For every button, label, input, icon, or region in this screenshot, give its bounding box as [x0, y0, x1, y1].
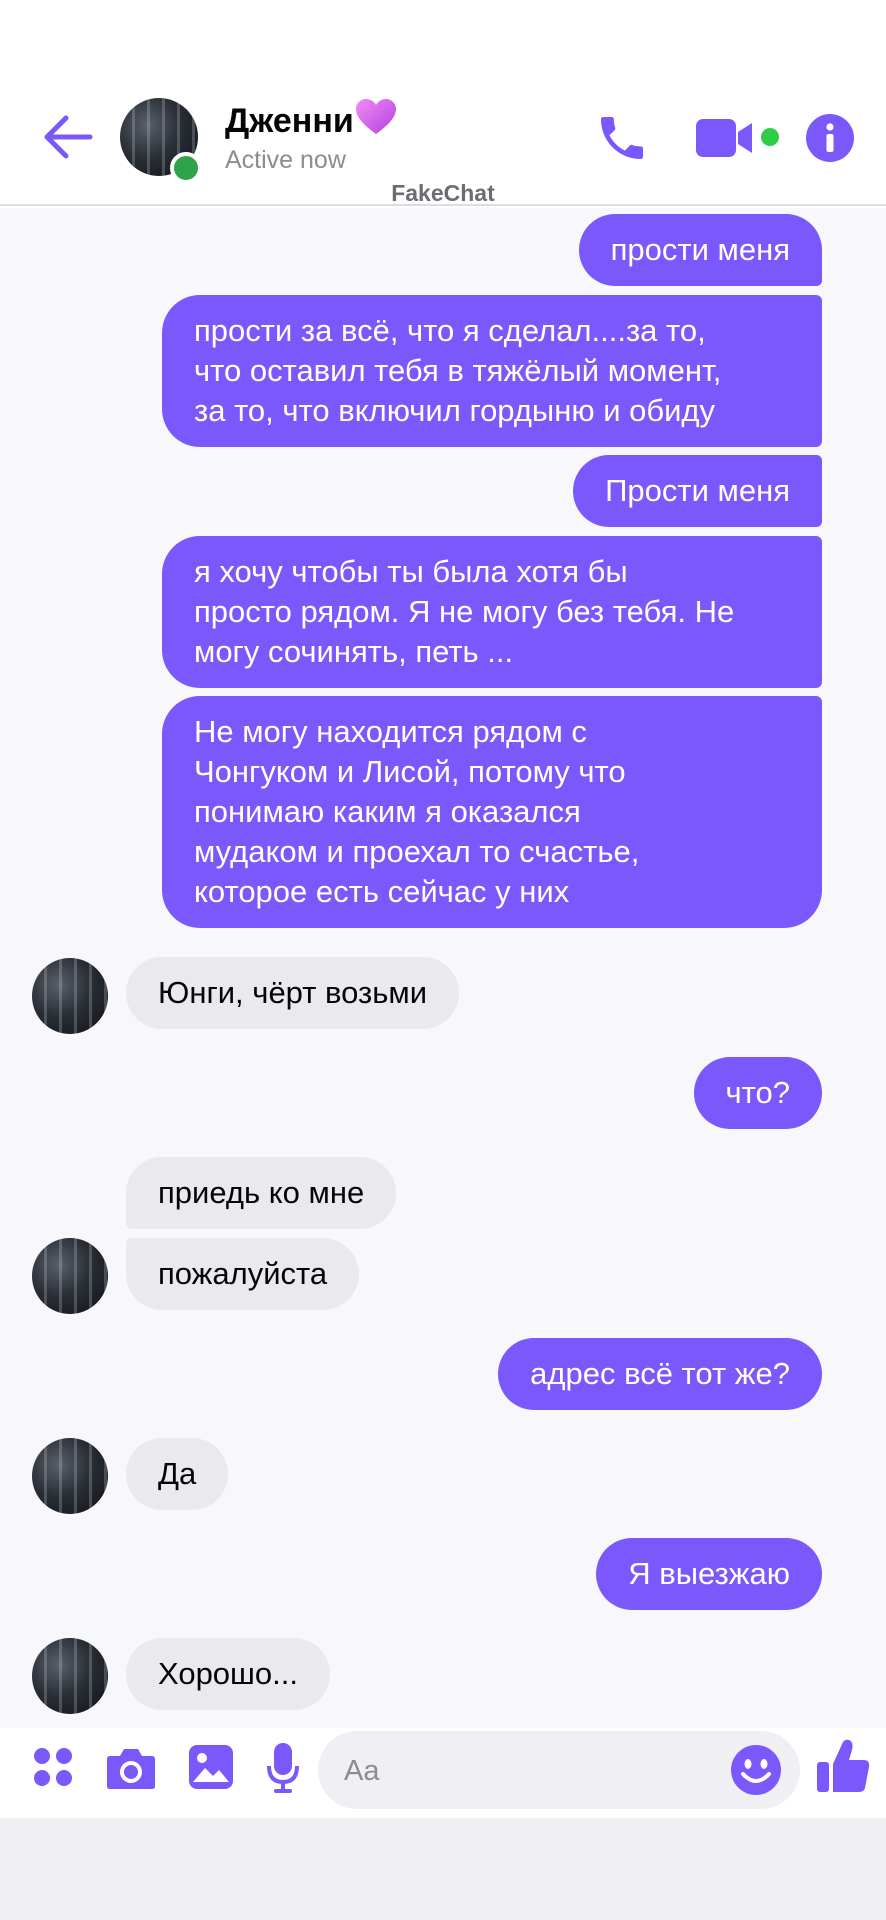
- message-bubble-incoming[interactable]: приедь ко мне: [126, 1157, 397, 1229]
- thumbs-up-icon[interactable]: [816, 1738, 870, 1794]
- message-bubble-incoming[interactable]: Юнги, чёрт возьми: [126, 957, 460, 1029]
- apps-icon[interactable]: [32, 1746, 74, 1788]
- message-bubble-incoming[interactable]: Хорошо...: [126, 1638, 330, 1710]
- message-bubble-outgoing[interactable]: прости за всё, что я сделал....за то, чт…: [162, 295, 822, 447]
- message-bubble-incoming[interactable]: пожалуйста: [126, 1238, 360, 1310]
- message-bubble-outgoing[interactable]: Прости меня: [573, 455, 822, 527]
- video-active-dot: [761, 128, 779, 146]
- contact-avatar-small[interactable]: [32, 1638, 108, 1714]
- microphone-icon[interactable]: [266, 1742, 300, 1794]
- emoji-icon[interactable]: [730, 1744, 782, 1796]
- message-bubble-outgoing[interactable]: что?: [693, 1057, 822, 1129]
- message-input[interactable]: [342, 1731, 726, 1811]
- camera-icon[interactable]: [106, 1746, 156, 1790]
- purple-heart-emoji: [355, 99, 396, 134]
- gallery-icon[interactable]: [188, 1744, 234, 1790]
- contact-name-text: Дженни: [225, 102, 354, 140]
- contact-name[interactable]: Дженни: [225, 98, 398, 141]
- info-icon[interactable]: [805, 113, 855, 163]
- fakechat-watermark: FakeChat: [391, 180, 495, 206]
- contact-avatar-small[interactable]: [32, 1438, 108, 1514]
- active-status: Active now: [225, 146, 346, 174]
- contact-avatar-small[interactable]: [32, 958, 108, 1034]
- message-list[interactable]: прости меня прости за всё, что я сделал.…: [0, 208, 886, 1728]
- message-bubble-outgoing[interactable]: Я выезжаю: [596, 1538, 822, 1610]
- message-bubble-outgoing[interactable]: адрес всё тот же?: [498, 1338, 822, 1410]
- message-input-container[interactable]: [318, 1731, 800, 1811]
- system-navigation-bar: [0, 1818, 886, 1920]
- video-camera-icon[interactable]: [696, 117, 756, 159]
- back-arrow-icon[interactable]: [40, 110, 94, 164]
- message-bubble-incoming[interactable]: Да: [126, 1438, 229, 1510]
- phone-icon[interactable]: [594, 110, 650, 166]
- message-bubble-outgoing[interactable]: Не могу находится рядом с Чонгуком и Лис…: [162, 696, 822, 928]
- message-bubble-outgoing[interactable]: я хочу чтобы ты была хотя бы просто рядо…: [162, 536, 822, 688]
- contact-avatar-small[interactable]: [32, 1238, 108, 1314]
- chat-header: Дженни Active now FakeChat: [0, 0, 886, 206]
- message-bubble-outgoing[interactable]: прости меня: [578, 214, 822, 286]
